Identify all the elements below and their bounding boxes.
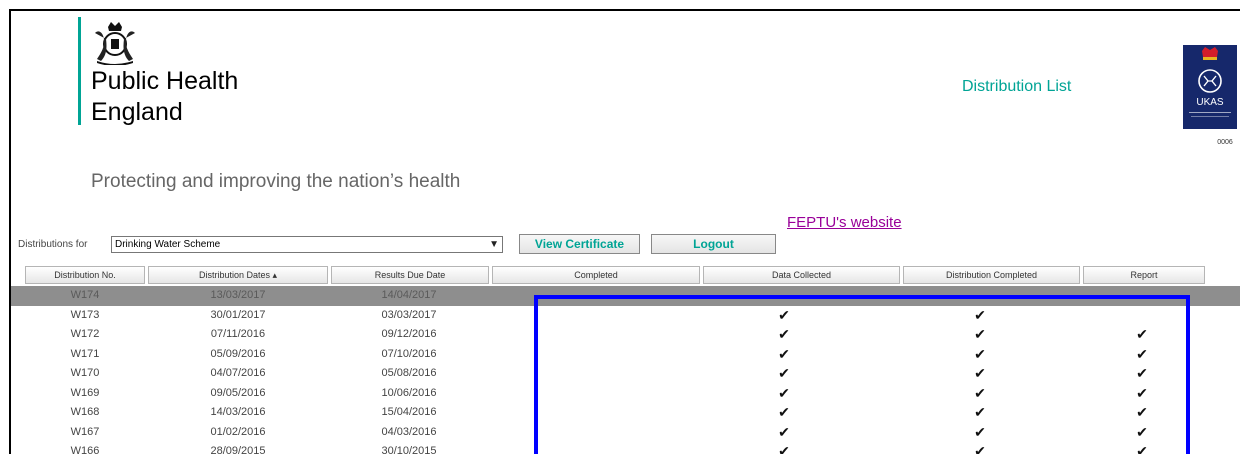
cell-results-due-date: 10/06/2016 <box>381 386 437 399</box>
checkmark-icon: ✔ <box>778 443 790 454</box>
checkmark-icon: ✔ <box>974 443 986 454</box>
checkmark-icon: ✔ <box>974 404 986 420</box>
org-name-line2: England <box>91 98 183 126</box>
cell-distribution-dates: 05/09/2016 <box>210 347 266 360</box>
checkmark-icon: ✔ <box>1136 384 1148 401</box>
table-row[interactable]: W172 07/11/2016 09/12/2016 ✔ ✔ ✔ <box>25 325 1240 345</box>
cell-results-due-date: 15/04/2016 <box>381 406 437 418</box>
ukas-text: UKAS <box>1196 97 1224 108</box>
cell-distribution-no: W168 <box>70 406 100 418</box>
table-row[interactable]: W174 13/03/2017 14/04/2017 <box>11 286 1240 306</box>
table-row[interactable]: W169 09/05/2016 10/06/2016 ✔ ✔ ✔ <box>25 384 1240 404</box>
tagline: Protecting and improving the nation’s he… <box>91 171 461 192</box>
checkmark-icon <box>1080 286 1204 306</box>
cell-results-due-date: 07/10/2016 <box>381 347 437 360</box>
page-title: Distribution List <box>962 78 1072 95</box>
cell-distribution-dates: 30/01/2017 <box>210 308 266 321</box>
chevron-down-icon: ▼ <box>489 239 499 250</box>
column-header-data-collected[interactable]: Data Collected <box>703 266 900 284</box>
scheme-select-value: Drinking Water Scheme <box>115 239 221 250</box>
table-row[interactable]: W171 05/09/2016 07/10/2016 ✔ ✔ ✔ <box>25 345 1240 365</box>
column-header-results-due-date[interactable]: Results Due Date <box>331 266 489 284</box>
checkmark-icon: ✔ <box>974 326 986 342</box>
checkmark-icon: ✔ <box>778 365 790 381</box>
cell-distribution-no: W172 <box>70 328 100 340</box>
cell-results-due-date: 14/04/2017 <box>381 289 437 301</box>
org-name-line1: Public Health <box>91 67 239 95</box>
org-name: Public Health England <box>91 66 238 128</box>
cell-distribution-no: W166 <box>70 445 100 454</box>
checkmark-icon: ✔ <box>1136 326 1148 342</box>
checkmark-icon: ✔ <box>778 423 790 440</box>
checkmark-icon <box>662 286 906 306</box>
cell-distribution-dates: 09/05/2016 <box>210 386 266 399</box>
distributions-for-label: Distributions for <box>18 239 88 250</box>
cell-distribution-dates: 07/11/2016 <box>210 328 266 340</box>
cell-distribution-no: W170 <box>70 367 100 379</box>
checkmark-icon: ✔ <box>778 345 790 362</box>
ukas-number: 0006 <box>1217 139 1233 146</box>
view-certificate-button[interactable]: View Certificate <box>519 234 640 254</box>
checkmark-icon: ✔ <box>974 384 986 401</box>
checkmark-icon: ✔ <box>974 345 986 362</box>
checkmark-icon: ✔ <box>1136 443 1148 454</box>
checkmark-icon <box>1080 306 1204 326</box>
column-header-distribution-dates[interactable]: Distribution Dates ▴ <box>148 266 328 284</box>
checkmark-icon: ✔ <box>778 326 790 342</box>
phe-accent-bar <box>78 17 81 125</box>
checkmark-icon: ✔ <box>1136 404 1148 420</box>
checkmark-icon: ✔ <box>974 365 986 381</box>
page-frame: Public Health England Protecting and imp… <box>9 9 1240 454</box>
cell-results-due-date: 09/12/2016 <box>381 328 437 340</box>
cell-distribution-dates: 28/09/2015 <box>210 445 266 454</box>
cell-results-due-date: 05/08/2016 <box>381 367 437 379</box>
feptu-website-link[interactable]: FEPTU's website <box>787 214 902 231</box>
checkmark-icon: ✔ <box>778 404 790 420</box>
table-row[interactable]: W168 14/03/2016 15/04/2016 ✔ ✔ ✔ <box>25 403 1240 423</box>
cell-distribution-no: W171 <box>70 347 100 360</box>
cell-results-due-date: 30/10/2015 <box>381 445 437 454</box>
cell-distribution-dates: 14/03/2016 <box>210 406 266 418</box>
checkmark-icon: ✔ <box>974 306 986 323</box>
checkmark-icon: ✔ <box>1136 423 1148 440</box>
checkmark-icon: ✔ <box>778 384 790 401</box>
logout-button[interactable]: Logout <box>651 234 776 254</box>
checkmark-icon: ✔ <box>778 306 790 323</box>
checkmark-icon: ✔ <box>1136 365 1148 381</box>
checkmark-icon <box>887 286 1073 306</box>
column-header-distribution-no[interactable]: Distribution No. <box>25 266 145 284</box>
cell-distribution-no: W167 <box>70 425 100 438</box>
table-row[interactable]: W170 04/07/2016 05/08/2016 ✔ ✔ ✔ <box>25 364 1240 384</box>
scheme-select[interactable]: Drinking Water Scheme ▼ <box>111 236 503 253</box>
cell-distribution-no: W169 <box>70 386 100 399</box>
checkmark-icon: ✔ <box>974 423 986 440</box>
cell-distribution-no: W173 <box>70 308 100 321</box>
ukas-badge-icon: UKAS 0006 <box>1183 45 1237 146</box>
column-header-report[interactable]: Report <box>1083 266 1205 284</box>
cell-distribution-dates: 13/03/2017 <box>210 289 266 301</box>
table-row[interactable]: W166 28/09/2015 30/10/2015 ✔ ✔ ✔ <box>25 442 1240 454</box>
cell-results-due-date: 03/03/2017 <box>381 308 437 321</box>
cell-distribution-dates: 01/02/2016 <box>210 425 266 438</box>
table-row[interactable]: W173 30/01/2017 03/03/2017 ✔ ✔ <box>25 306 1240 326</box>
royal-crest-icon <box>95 22 135 65</box>
cell-distribution-dates: 04/07/2016 <box>210 367 266 379</box>
cell-distribution-no: W174 <box>70 289 100 301</box>
column-header-completed[interactable]: Completed <box>492 266 700 284</box>
cell-results-due-date: 04/03/2016 <box>381 425 437 438</box>
table-row[interactable]: W167 01/02/2016 04/03/2016 ✔ ✔ ✔ <box>25 423 1240 443</box>
checkmark-icon: ✔ <box>1136 345 1148 362</box>
column-header-distribution-completed[interactable]: Distribution Completed <box>903 266 1080 284</box>
